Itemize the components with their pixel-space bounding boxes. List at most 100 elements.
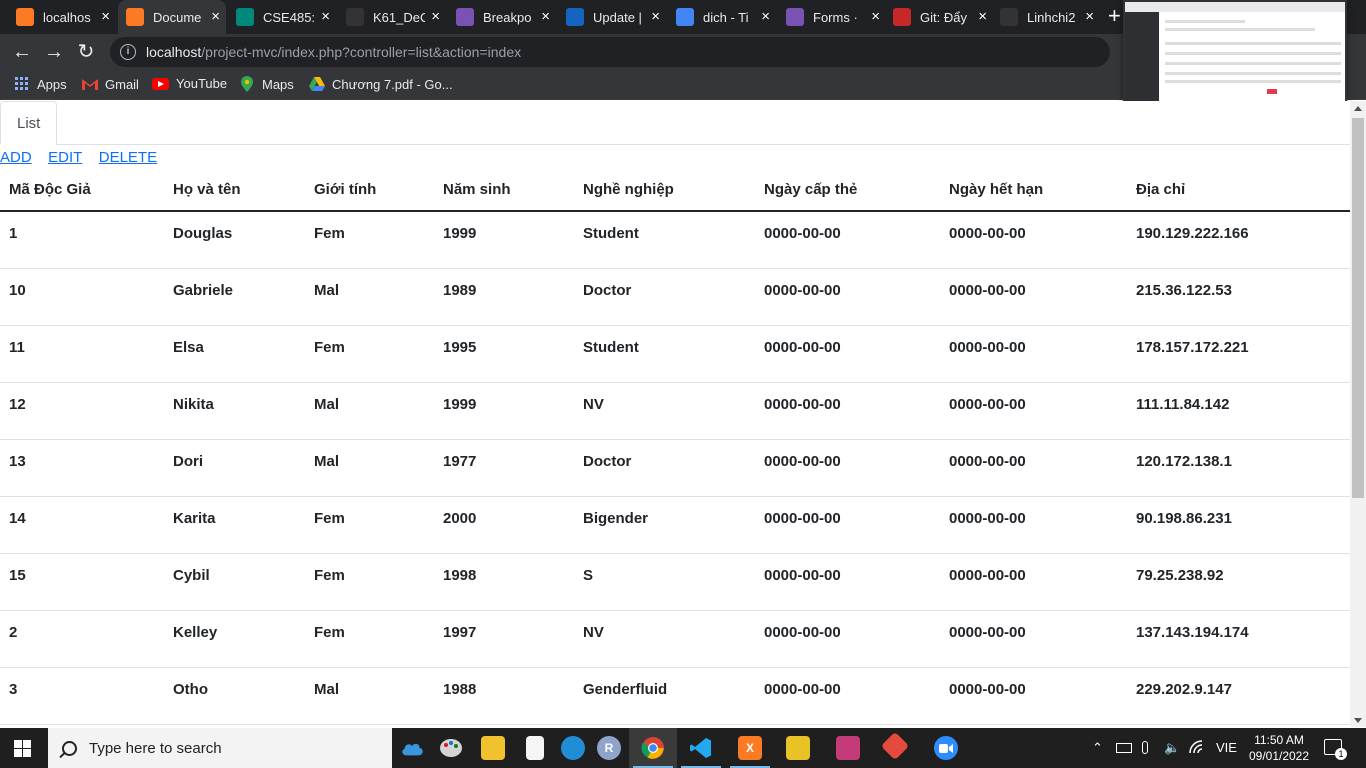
file-explorer-icon[interactable] (481, 736, 505, 760)
xampp-icon (16, 8, 34, 26)
close-tab-icon[interactable]: × (978, 9, 987, 24)
browser-tab[interactable]: Git: Đẩy × (885, 0, 993, 34)
browser-tab[interactable]: Forms · × (778, 0, 886, 34)
gmail-icon (82, 76, 98, 92)
windows-taskbar: Type here to search R X ⌃ 🔈 VIE 11:50 AM… (0, 728, 1366, 768)
wifi-icon[interactable] (1188, 740, 1204, 757)
github-icon (1000, 8, 1018, 26)
taskbar-search-box[interactable]: Type here to search (48, 728, 392, 768)
page-scrollbar[interactable] (1350, 101, 1366, 727)
bookmark-maps[interactable]: Maps (239, 76, 294, 92)
url-text[interactable]: localhost/project-mvc/index.php?controll… (146, 44, 521, 60)
vscode-icon[interactable] (689, 736, 713, 760)
microphone-icon[interactable] (1142, 741, 1148, 754)
bookmark-youtube[interactable]: YouTube (152, 76, 227, 91)
close-tab-icon[interactable]: × (321, 9, 330, 24)
close-tab-icon[interactable]: × (761, 9, 770, 24)
google-icon (676, 8, 694, 26)
zoom-icon[interactable] (934, 736, 958, 760)
preview-line (1165, 72, 1341, 75)
volume-icon[interactable]: 🔈 (1164, 740, 1180, 756)
back-arrow-icon[interactable]: ← (10, 40, 34, 64)
paint-icon[interactable] (439, 736, 463, 760)
close-tab-icon[interactable]: × (541, 9, 550, 24)
bookmark-gmail[interactable]: Gmail (82, 76, 139, 92)
browser-tab[interactable]: Linhchi2 × (992, 0, 1100, 34)
tab-title: Update | (593, 9, 642, 25)
readers-table: Mã Độc Giả Họ và tên Giới tính Năm sinh Nghề… (0, 168, 1350, 725)
chrome-icon[interactable] (641, 736, 665, 760)
table-row[interactable]: 3 Otho Mal 1988 Genderfluid 0000-00-00 0000-00… (0, 667, 1350, 725)
close-tab-icon[interactable]: × (211, 9, 220, 24)
delete-link[interactable]: DELETE (99, 149, 157, 166)
browser-tab[interactable]: CSE485: × (228, 0, 336, 34)
table-row[interactable]: 12 Nikita Mal 1999 NV 0000-00-00 0000-00-00 111… (0, 382, 1350, 440)
table-cell: Fem (305, 325, 434, 383)
browser-tab[interactable]: Breakpo × (448, 0, 556, 34)
r-app-icon[interactable]: R (597, 736, 621, 760)
table-row[interactable]: 14 Karita Fem 2000 Bigender 0000-00-00 0000-00… (0, 496, 1350, 554)
table-row[interactable]: 1 Douglas Fem 1999 Student 0000-00-00 0000-00-… (0, 211, 1350, 269)
xampp-icon[interactable]: X (738, 736, 762, 760)
table-cell: 190.129.222.166 (1127, 211, 1350, 269)
close-tab-icon[interactable]: × (871, 9, 880, 24)
show-hidden-icons-chevron-icon[interactable]: ⌃ (1092, 740, 1103, 756)
input-language-indicator[interactable]: VIE (1216, 740, 1237, 755)
scroll-down-arrow-icon[interactable] (1354, 718, 1362, 723)
table-cell: 1998 (434, 553, 574, 611)
table-cell: 111.11.84.142 (1127, 382, 1350, 440)
taskbar-clock[interactable]: 11:50 AM 09/01/2022 (1246, 732, 1312, 764)
windows-start-icon[interactable] (14, 740, 31, 757)
table-cell: 0000-00-00 (940, 382, 1127, 440)
table-cell: 0000-00-00 (940, 610, 1127, 668)
git-icon[interactable] (880, 731, 910, 761)
preview-line (1165, 42, 1341, 45)
column-header: Ngày hết hạn (940, 168, 1127, 212)
browser-tab[interactable]: dich - Ti × (668, 0, 776, 34)
scroll-up-arrow-icon[interactable] (1354, 106, 1362, 111)
browser-tab[interactable]: K61_DeC × (338, 0, 446, 34)
table-row[interactable]: 13 Dori Mal 1977 Doctor 0000-00-00 0000-00-00 1… (0, 439, 1350, 497)
table-cell: 0000-00-00 (940, 268, 1127, 326)
xampp-icon (126, 8, 144, 26)
tab-list[interactable]: List (0, 101, 58, 145)
table-row[interactable]: 15 Cybil Fem 1998 S 0000-00-00 0000-00-00 79.25… (0, 553, 1350, 611)
weather-cloud-icon[interactable] (400, 736, 424, 760)
address-bar[interactable]: i localhost/project-mvc/index.php?contro… (110, 37, 1110, 67)
bookmark-apps[interactable]: Apps (14, 76, 67, 92)
notification-center-icon[interactable]: 1 (1324, 739, 1347, 760)
scrollbar-thumb[interactable] (1352, 118, 1364, 498)
close-tab-icon[interactable]: × (431, 9, 440, 24)
table-cell: Elsa (164, 325, 305, 383)
add-link[interactable]: ADD (0, 149, 32, 166)
browser-tab[interactable]: localhos × (8, 0, 116, 34)
table-cell: Student (574, 325, 755, 383)
notepad-icon[interactable] (526, 736, 544, 760)
reload-icon[interactable]: ↻ (74, 40, 98, 64)
close-tab-icon[interactable]: × (101, 9, 110, 24)
table-cell: 2 (0, 610, 164, 668)
site-info-icon[interactable]: i (120, 44, 136, 60)
table-row[interactable]: 2 Kelley Fem 1997 NV 0000-00-00 0000-00-00 137.… (0, 610, 1350, 668)
table-cell: 10 (0, 268, 164, 326)
tab-title: Breakpo (483, 9, 532, 25)
close-tab-icon[interactable]: × (1085, 9, 1094, 24)
edge-browser-icon[interactable] (561, 736, 585, 760)
close-tab-icon[interactable]: × (651, 9, 660, 24)
table-row[interactable]: 11 Elsa Fem 1995 Student 0000-00-00 0000-00-00… (0, 325, 1350, 383)
table-cell: Dori (164, 439, 305, 497)
battery-icon[interactable] (1116, 743, 1132, 753)
table-row[interactable]: 10 Gabriele Mal 1989 Doctor 0000-00-00 0000-00… (0, 268, 1350, 326)
new-tab-button[interactable]: + (1108, 5, 1121, 27)
bookmark-label: Maps (262, 76, 294, 92)
table-cell: Otho (164, 667, 305, 725)
grid-app-icon[interactable] (836, 736, 860, 760)
browser-tab[interactable]: Docume × (118, 0, 226, 34)
tab-title: Linhchi2 (1027, 9, 1076, 25)
sticky-app-icon[interactable] (786, 736, 810, 760)
clock-time: 11:50 AM (1254, 733, 1304, 747)
forward-arrow-icon[interactable]: → (42, 40, 66, 64)
bookmark-drive[interactable]: Chương 7.pdf - Go... (309, 76, 453, 92)
browser-tab[interactable]: Update | × (558, 0, 666, 34)
edit-link[interactable]: EDIT (48, 149, 82, 166)
